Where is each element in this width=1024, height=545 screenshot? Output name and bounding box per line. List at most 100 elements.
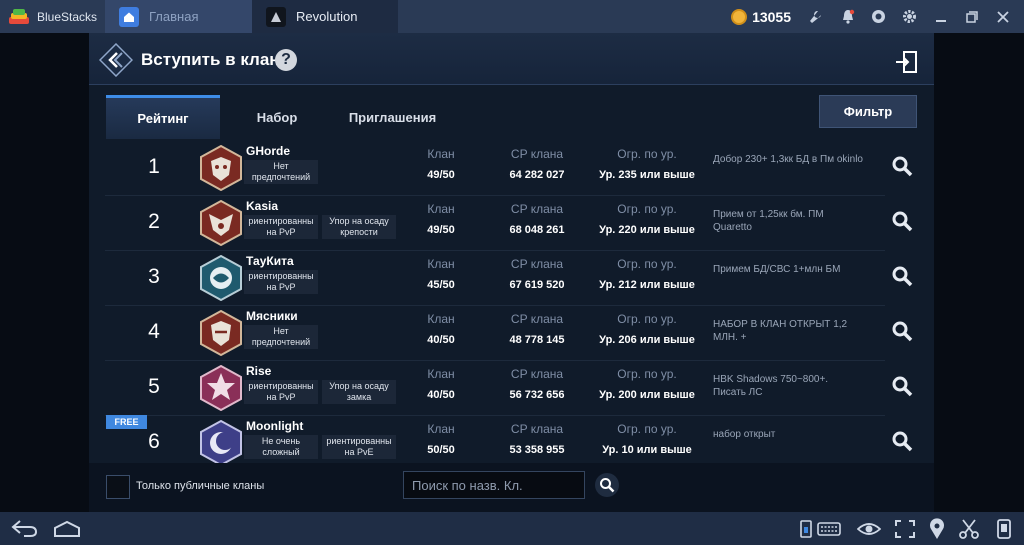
coin-icon <box>731 8 748 25</box>
clan-description: HBK Shadows 750~800+. Писать ЛС <box>713 374 829 398</box>
clan-name: Moonlight <box>246 419 304 433</box>
clan-row[interactable]: 5 Rise риентированны на PvP Упор на осад… <box>105 361 913 416</box>
public-only-label: Только публичные кланы <box>136 480 265 492</box>
tab-invitations[interactable]: Приглашения <box>334 95 451 139</box>
clan-tabs: Рейтинг Набор Приглашения <box>89 95 934 139</box>
clan-tag: риентированны на PvP <box>244 215 318 239</box>
clan-level-label: Огр. по ур. <box>617 257 677 271</box>
search-icon[interactable] <box>891 265 913 287</box>
clan-emblem-icon <box>200 200 242 246</box>
panel-header: Вступить в клан ? <box>89 33 934 85</box>
rotate-device-icon[interactable] <box>992 518 1016 540</box>
clan-level-label: Огр. по ур. <box>617 202 677 216</box>
clan-row[interactable]: 1 GHorde Нет предпочтений Клан 49/50 CP … <box>105 141 913 196</box>
search-icon[interactable] <box>891 320 913 342</box>
search-icon[interactable] <box>891 210 913 232</box>
clan-row[interactable]: 6 Moonlight Не очень сложный риентирован… <box>105 416 913 463</box>
clan-level: Ур. 206 или выше <box>599 334 695 346</box>
clan-rank: 1 <box>148 155 160 178</box>
clan-cp-label: CP клана <box>510 422 564 436</box>
clan-rank: 4 <box>148 320 160 343</box>
tab-home[interactable]: Главная <box>105 0 252 33</box>
gear-icon[interactable] <box>894 0 925 33</box>
tab-home-label: Главная <box>149 9 199 24</box>
join-clan-panel: Вступить в клан ? Рейтинг Набор Приглаше… <box>89 33 934 512</box>
clan-level-label: Огр. по ур. <box>617 147 677 161</box>
home-icon[interactable] <box>53 520 81 538</box>
tab-rating[interactable]: Рейтинг <box>106 95 220 139</box>
back-icon[interactable] <box>99 43 133 77</box>
clan-members: 40/50 <box>427 334 455 346</box>
tab-recruitment[interactable]: Набор <box>220 95 334 139</box>
clan-tag: риентированны на PvP <box>244 380 318 404</box>
clan-row[interactable]: 4 Мясники Нет предпочтений Клан 40/50 CP… <box>105 306 913 361</box>
clan-members-label: Клан <box>427 367 455 381</box>
clan-emblem-icon <box>200 365 242 411</box>
clan-level-label: Огр. по ур. <box>617 422 677 436</box>
clan-members-label: Клан <box>427 257 455 271</box>
account-icon[interactable] <box>863 0 894 33</box>
clan-tag: риентированны на PvE <box>322 435 396 459</box>
clan-list: 1 GHorde Нет предпочтений Клан 49/50 CP … <box>89 141 934 463</box>
fullscreen-icon[interactable] <box>893 518 917 540</box>
search-button[interactable] <box>595 473 619 497</box>
clan-members: 45/50 <box>427 279 455 291</box>
eye-icon[interactable] <box>857 518 881 540</box>
clan-row[interactable]: 3 ТауКита риентированны на PvP Клан 45/5… <box>105 251 913 306</box>
clan-name: Мясники <box>246 309 298 323</box>
clan-search-input[interactable] <box>403 471 585 499</box>
android-nav-bar <box>0 512 1024 545</box>
close-icon[interactable] <box>987 0 1018 33</box>
clan-emblem-icon <box>200 145 242 191</box>
help-icon[interactable]: ? <box>275 49 297 71</box>
clan-cp: 68 048 261 <box>509 224 565 236</box>
scissors-icon[interactable] <box>957 518 981 540</box>
clan-level: Ур. 220 или выше <box>599 224 695 236</box>
clan-row[interactable]: 2 Kasia риентированны на PvP Упор на оса… <box>105 196 913 251</box>
search-icon[interactable] <box>891 375 913 397</box>
clan-level-label: Огр. по ур. <box>617 367 677 381</box>
clan-level: Ур. 235 или выше <box>599 169 695 181</box>
minimize-icon[interactable] <box>925 0 956 33</box>
clan-tag: Упор на осаду крепости <box>322 215 396 239</box>
coin-count[interactable]: 13055 <box>752 9 791 25</box>
bluestacks-logo[interactable]: BlueStacks <box>0 0 105 33</box>
clan-level-label: Огр. по ур. <box>617 312 677 326</box>
clan-level: Ур. 212 или выше <box>599 279 695 291</box>
clan-cp: 53 358 955 <box>509 444 565 456</box>
location-icon[interactable] <box>925 518 949 540</box>
clan-rank: 6 <box>148 430 160 453</box>
exit-icon[interactable] <box>894 49 920 75</box>
app-name: BlueStacks <box>37 9 98 24</box>
home-icon <box>119 6 139 27</box>
tab-revolution[interactable]: Revolution <box>252 0 398 33</box>
clan-level: Ур. 10 или выше <box>602 444 692 456</box>
bell-icon[interactable] <box>832 0 863 33</box>
clan-cp: 56 732 656 <box>509 389 565 401</box>
page-title: Вступить в клан <box>141 50 280 69</box>
clan-tag: риентированны на PvP <box>244 270 318 294</box>
back-arrow-icon[interactable] <box>10 518 38 538</box>
search-icon[interactable] <box>891 155 913 177</box>
clan-rank: 3 <box>148 265 160 288</box>
clan-cp-label: CP клана <box>510 312 564 326</box>
clan-rank: 2 <box>148 210 160 233</box>
clan-name: Kasia <box>246 199 279 213</box>
clan-rank: 5 <box>148 375 160 398</box>
wrench-icon[interactable] <box>801 0 832 33</box>
clan-tag: Нет предпочтений <box>244 160 318 184</box>
clan-cp-label: CP клана <box>510 202 564 216</box>
clan-members: 40/50 <box>427 389 455 401</box>
filter-button[interactable]: Фильтр <box>819 95 917 128</box>
clan-cp: 64 282 027 <box>509 169 565 181</box>
public-only-checkbox[interactable] <box>106 475 130 499</box>
clan-description: Прием от 1,25кк бм. ПМ Quaretto <box>713 209 824 233</box>
restore-icon[interactable] <box>956 0 987 33</box>
clan-cp: 48 778 145 <box>509 334 565 346</box>
clan-cp-label: CP клана <box>510 147 564 161</box>
clan-cp-label: CP клана <box>510 257 564 271</box>
clan-tag: Нет предпочтений <box>244 325 318 349</box>
clan-members-label: Клан <box>427 202 455 216</box>
keyboard-icon[interactable] <box>817 518 841 540</box>
search-icon[interactable] <box>891 430 913 452</box>
